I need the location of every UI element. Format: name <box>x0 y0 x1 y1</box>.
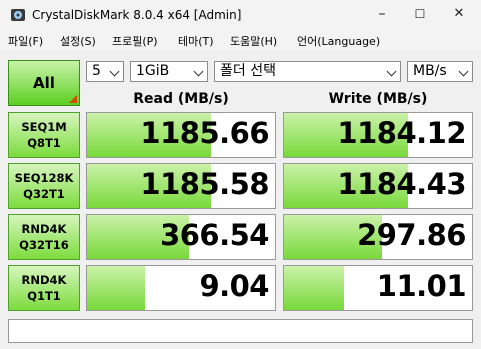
menu-language[interactable]: 언어(Language) <box>297 33 380 49</box>
unit-select[interactable]: MB/s <box>407 61 473 82</box>
unit-value: MB/s <box>413 63 447 79</box>
chevron-down-icon <box>458 66 469 77</box>
chevron-down-icon <box>109 66 120 77</box>
test-label-line2: Q32T1 <box>23 187 65 201</box>
test-count-value: 5 <box>92 63 101 79</box>
menu-settings[interactable]: 설정(S) <box>60 33 96 49</box>
test-label-line1: SEQ128K <box>14 171 74 185</box>
write-result-value: 1184.43 <box>337 167 466 201</box>
chevron-down-icon <box>386 66 397 77</box>
test-button-rnd4k-q1t1[interactable]: RND4K Q1T1 <box>8 265 80 311</box>
app-disk-icon <box>11 9 25 21</box>
read-result-cell: 9.04 <box>86 265 276 311</box>
test-label-line1: SEQ1M <box>21 120 67 134</box>
test-label-line1: RND4K <box>21 222 67 236</box>
test-label-line1: RND4K <box>21 273 67 287</box>
write-result-cell: 1184.12 <box>283 112 473 158</box>
title-bar: CrystalDiskMark 8.0.4 x64 [Admin] – ☐ ✕ <box>0 0 481 32</box>
test-size-select[interactable]: 1GiB <box>130 61 208 82</box>
all-button-label: All <box>33 74 55 92</box>
read-result-cell: 366.54 <box>86 214 276 260</box>
test-label-line2: Q32T16 <box>19 238 69 252</box>
write-result-value: 1184.12 <box>337 116 466 150</box>
window-title: CrystalDiskMark 8.0.4 x64 [Admin] <box>32 8 242 22</box>
read-result-value: 1185.66 <box>140 116 269 150</box>
all-button[interactable]: All <box>8 60 80 106</box>
menu-profile[interactable]: 프로필(P) <box>112 33 158 49</box>
target-drive-select[interactable]: 폴더 선택 <box>214 61 401 82</box>
maximize-button[interactable]: ☐ <box>401 0 439 30</box>
read-result-value: 1185.58 <box>140 167 269 201</box>
test-button-seq1m-q8t1[interactable]: SEQ1M Q8T1 <box>8 112 80 158</box>
read-result-cell: 1185.58 <box>86 163 276 209</box>
test-size-value: 1GiB <box>136 63 170 79</box>
read-result-value: 9.04 <box>199 269 269 303</box>
test-button-rnd4k-q32t16[interactable]: RND4K Q32T16 <box>8 214 80 260</box>
write-result-cell: 1184.43 <box>283 163 473 209</box>
menu-theme[interactable]: 테마(T) <box>178 33 214 49</box>
write-result-value: 11.01 <box>376 269 467 303</box>
minimize-button[interactable]: – <box>363 0 401 30</box>
test-count-select[interactable]: 5 <box>86 61 124 82</box>
corner-indicator-icon <box>69 95 77 103</box>
status-bar <box>8 319 473 343</box>
close-button[interactable]: ✕ <box>439 0 479 30</box>
menu-help[interactable]: 도움말(H) <box>230 33 277 49</box>
read-column-header: Read (MB/s) <box>133 91 229 107</box>
read-result-value: 366.54 <box>160 218 269 252</box>
write-result-value: 297.86 <box>357 218 466 252</box>
read-progress-fill <box>87 266 146 310</box>
menu-file[interactable]: 파일(F) <box>8 33 43 49</box>
menu-bar: 파일(F) 설정(S) 프로필(P) 테마(T) 도움말(H) 언어(Langu… <box>0 32 481 51</box>
write-result-cell: 297.86 <box>283 214 473 260</box>
write-column-header: Write (MB/s) <box>328 91 428 107</box>
test-label-line2: Q8T1 <box>27 136 61 150</box>
write-progress-fill <box>284 266 345 310</box>
test-button-seq128k-q32t1[interactable]: SEQ128K Q32T1 <box>8 163 80 209</box>
chevron-down-icon <box>193 66 204 77</box>
test-label-line2: Q1T1 <box>27 289 61 303</box>
target-drive-value: 폴더 선택 <box>220 63 276 79</box>
write-result-cell: 11.01 <box>283 265 473 311</box>
read-result-cell: 1185.66 <box>86 112 276 158</box>
